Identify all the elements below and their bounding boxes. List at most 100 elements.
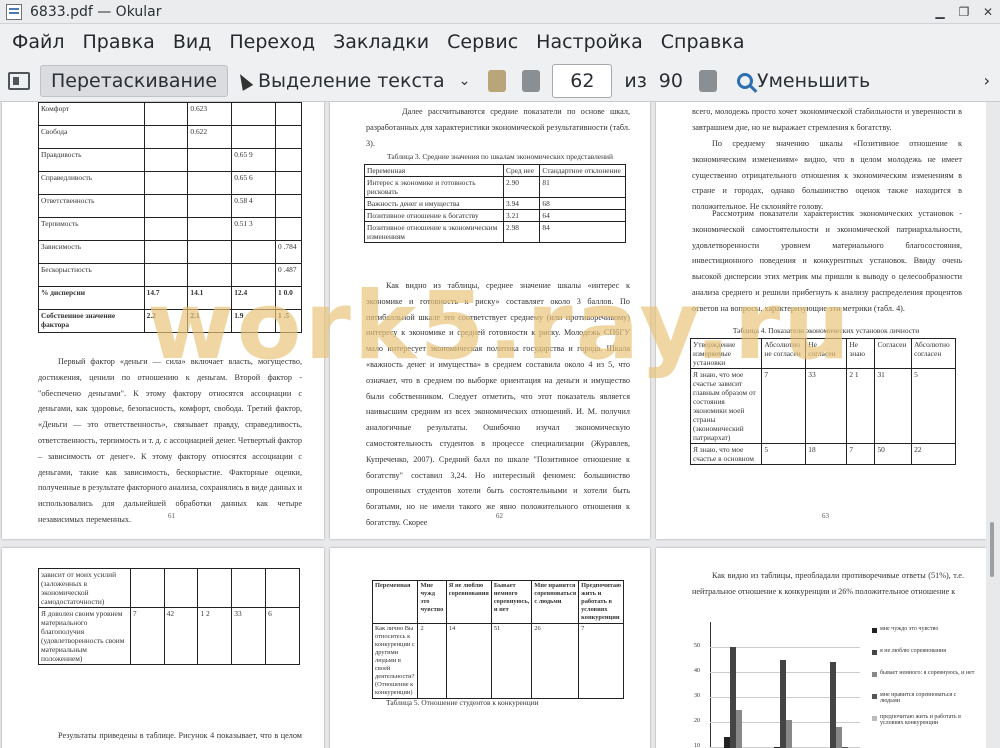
table-cell: Мне нравится соревноваться с людьми — [531, 580, 580, 624]
page-66-paragraph: Как видно из таблицы, преобладали против… — [692, 571, 964, 596]
table-cell: 5 — [761, 443, 807, 465]
menu-file[interactable]: Файл — [4, 31, 73, 53]
table-cell: Как лично Вы относитесь к конкуренции с … — [371, 623, 419, 699]
vertical-scrollbar[interactable] — [986, 102, 1000, 748]
table-cell: 3.94 — [503, 197, 541, 210]
table-row: Бескорыстность 0 .487 — [38, 263, 302, 287]
scrollbar-thumb[interactable] — [990, 522, 994, 577]
table-row: Важность денег и имущества 3.94 68 — [363, 197, 626, 210]
chart-bar — [786, 719, 792, 748]
table-cell: 1.9 — [231, 309, 277, 333]
table-row: Свобода 0.622 — [38, 125, 302, 149]
table-cell: Интерес к экономике и готовность рискова… — [363, 176, 505, 198]
page-63-number: 63 — [822, 512, 829, 520]
table-row: Я знаю, что мое счастье зависит главным … — [689, 368, 956, 444]
annotation-icon[interactable] — [488, 69, 507, 92]
menu-help[interactable]: Справка — [653, 31, 753, 53]
table-cell: 22 — [911, 443, 956, 465]
legend-label: предпочитаю жить и работать в условиях к… — [880, 714, 961, 726]
drag-mode-button[interactable]: Перетаскивание — [40, 64, 229, 97]
table-cell: 2.2 — [143, 309, 189, 333]
table-cell: 14.7 — [143, 286, 189, 310]
table-row: Зависимость 0 .784 — [38, 240, 302, 264]
table-row: Позитивное отношение к богатству 3.21 64 — [363, 209, 626, 222]
table-cell: Я знаю, что мое счастье зависит главным … — [689, 368, 763, 444]
table-row: % дисперсии 14.7 14.1 12.4 1 0.0 — [38, 286, 302, 310]
table-cell — [275, 148, 302, 172]
table-cell: Я доволен своим уровнем материального бл… — [38, 607, 131, 665]
y-tick-label: 30 — [694, 693, 700, 699]
table-cell — [143, 194, 189, 218]
table-cell: 0.58 4 — [231, 194, 277, 218]
chart-bar — [836, 727, 842, 748]
table-cell — [275, 125, 302, 149]
page-63-text-3: Рассмотрим показатели характеристик экон… — [692, 209, 962, 313]
menu-view[interactable]: Вид — [165, 31, 220, 53]
document-view[interactable]: Комфорт 0.623 Свобода 0.622 Правдивость 0.65 … — [0, 102, 1000, 748]
menu-bookmarks[interactable]: Закладки — [325, 31, 437, 53]
cursor-icon — [234, 70, 254, 91]
menu-settings[interactable]: Настройка — [528, 31, 651, 53]
page-62-paragraph: Как видно из таблицы, среднее значение ш… — [366, 281, 630, 527]
table-cell: Я знаю, что мое счастье в основном — [689, 443, 763, 465]
table-cell: Ответственность — [38, 194, 145, 218]
table-cell: 18 — [805, 443, 848, 465]
table-cell: 84 — [539, 221, 626, 243]
prev-page-icon[interactable] — [522, 69, 541, 92]
sidebar-toggle-icon[interactable] — [8, 71, 30, 90]
table-cell: 0.623 — [187, 102, 233, 126]
table-row: Терпимость 0.51 3 — [38, 217, 302, 241]
y-tick-label: 10 — [694, 743, 700, 748]
table-cell — [187, 240, 233, 264]
table-cell — [187, 148, 233, 172]
table-cell — [275, 171, 302, 195]
table-cell — [143, 240, 189, 264]
table-cell: 7 — [846, 443, 876, 465]
table-cell — [143, 171, 189, 195]
text-select-button[interactable]: Выделение текста — [228, 66, 455, 96]
legend-swatch — [872, 628, 877, 633]
maximize-icon[interactable]: ❐ — [952, 5, 976, 19]
table-cell: 26 — [531, 623, 580, 699]
close-icon[interactable]: ✕ — [976, 5, 1000, 19]
table-header-row: Переменная Сред нее Стандартное отклонение — [363, 164, 626, 177]
pdf-page-66: Как видно из таблицы, преобладали против… — [656, 548, 986, 748]
table-row: Правдивость 0.65 9 — [38, 148, 302, 172]
legend-swatch — [872, 650, 877, 655]
menu-tools[interactable]: Сервис — [439, 31, 526, 53]
zoom-out-button[interactable]: Уменьшить — [757, 70, 870, 92]
menu-go[interactable]: Переход — [221, 31, 323, 53]
page-number-input[interactable]: 62 — [552, 63, 613, 98]
legend-label: мне чуждо это чувство — [880, 626, 939, 632]
y-tick-label: 40 — [694, 668, 700, 674]
title-bar: 6833.pdf — Okular ▁ ❐ ✕ — [0, 0, 1000, 24]
table-row: Собственное значение фактора 2.2 2.1 1.9 1 .… — [38, 309, 302, 333]
table-cell: Я не люблю соревнования — [445, 580, 492, 624]
table-cell: 2.1 — [187, 309, 233, 333]
table-cell: 6 — [265, 607, 300, 665]
pdf-page-65: Переменная Мне чужд это чувство Я не люблю… — [330, 548, 650, 748]
next-page-icon[interactable] — [698, 69, 717, 92]
table-cell: Справедливость — [38, 171, 145, 195]
table-cell: 33 — [805, 368, 848, 444]
table-cell: 14 — [445, 623, 492, 699]
minimize-icon[interactable]: ▁ — [928, 5, 952, 19]
table-cell — [197, 568, 233, 608]
table-cell: Мне чужд это чувство — [417, 580, 447, 624]
table-cell: 1 .5 — [275, 309, 302, 333]
table-header-row: Утверждение измеряемые установки Абсолютн… — [689, 338, 956, 369]
chevron-down-icon[interactable]: ⌄ — [459, 73, 471, 89]
chart-bar — [736, 709, 742, 748]
table-cell — [143, 263, 189, 287]
table-cell: 0 .784 — [275, 240, 302, 264]
table-cell: 5 — [911, 368, 956, 444]
table-cell: 81 — [539, 176, 626, 198]
table-cell: 50 — [874, 443, 913, 465]
table-cell: Правдивость — [38, 148, 145, 172]
menu-edit[interactable]: Правка — [75, 31, 163, 53]
pdf-page-61: Комфорт 0.623 Свобода 0.622 Правдивость 0.65 … — [2, 102, 324, 539]
pdf-page-64: зависит от моих усилий (заложенных в эко… — [2, 548, 324, 748]
table-cell — [143, 217, 189, 241]
toolbar-overflow-icon[interactable]: › — [984, 71, 990, 90]
table-cell: Абсолютно не согласен — [761, 338, 807, 369]
